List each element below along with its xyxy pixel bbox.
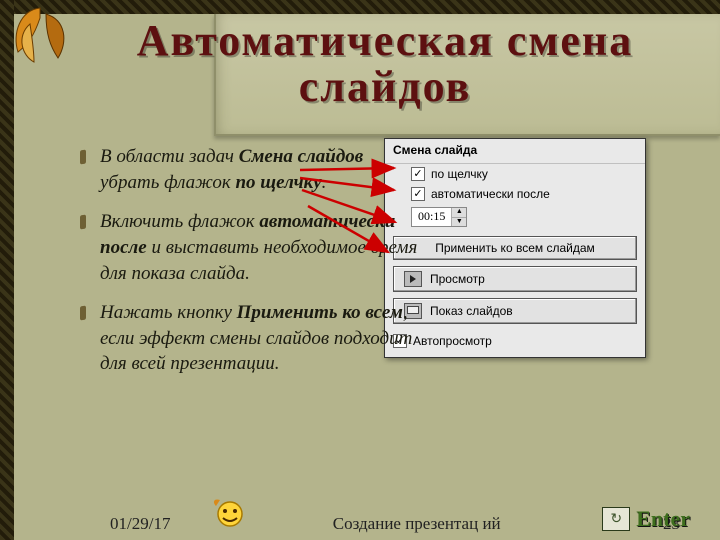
bullet-item: Включить флажок автоматически после и вы…: [80, 209, 420, 286]
text: убрать флажок: [100, 172, 235, 193]
checkbox-label: по щелчку: [431, 167, 488, 181]
return-icon: ↻: [602, 507, 630, 531]
enter-button[interactable]: ↻ Enter: [602, 506, 690, 532]
bullet-item: В области задач Смена слайдов убрать фла…: [80, 144, 420, 195]
slideshow-button[interactable]: Показ слайдов: [393, 298, 637, 324]
option-on-click[interactable]: по щелчку: [385, 164, 645, 184]
text-bold: по щелчку: [235, 172, 321, 193]
text: Нажать кнопку: [100, 302, 237, 323]
option-auto-after[interactable]: автоматически после: [385, 184, 645, 204]
apply-all-button[interactable]: Применить ко всем слайдам: [393, 236, 637, 260]
text: .: [322, 172, 327, 193]
spinner-down-icon[interactable]: ▼: [452, 218, 466, 227]
text: и выставить необходимое время для показа…: [100, 237, 417, 284]
slide-transition-panel: Смена слайда по щелчку автоматически пос…: [384, 138, 646, 358]
checkbox-label: автоматически после: [431, 187, 550, 201]
footer-date: 01/29/17: [110, 514, 170, 534]
bullet-list: В области задач Смена слайдов убрать фла…: [40, 144, 420, 391]
checkbox-label: Автопросмотр: [413, 334, 492, 348]
spinner-buttons[interactable]: ▲▼: [451, 208, 466, 226]
button-label: Просмотр: [430, 272, 485, 286]
enter-label: Enter: [636, 506, 690, 532]
decor-border-top: [0, 0, 720, 14]
smiley-animation: [210, 496, 250, 532]
button-label: Показ слайдов: [430, 304, 513, 318]
decor-border-left: [0, 0, 14, 540]
text: Включить флажок: [100, 211, 259, 232]
preview-button[interactable]: Просмотр: [393, 266, 637, 292]
spinner-up-icon[interactable]: ▲: [452, 208, 466, 218]
text-bold: Применить ко всем: [237, 302, 403, 323]
panel-header: Смена слайда: [385, 139, 645, 164]
slide-title: Автоматическая смена слайдов: [70, 18, 700, 110]
time-spinner-row: 00:15 ▲▼: [385, 204, 645, 230]
leaf-decoration: [0, 0, 80, 70]
option-autopreview[interactable]: Автопросмотр: [385, 328, 645, 351]
text-bold: Смена слайдов: [239, 146, 364, 167]
bullet-item: Нажать кнопку Применить ко всем, если эф…: [80, 300, 420, 377]
text: В области задач: [100, 146, 239, 167]
